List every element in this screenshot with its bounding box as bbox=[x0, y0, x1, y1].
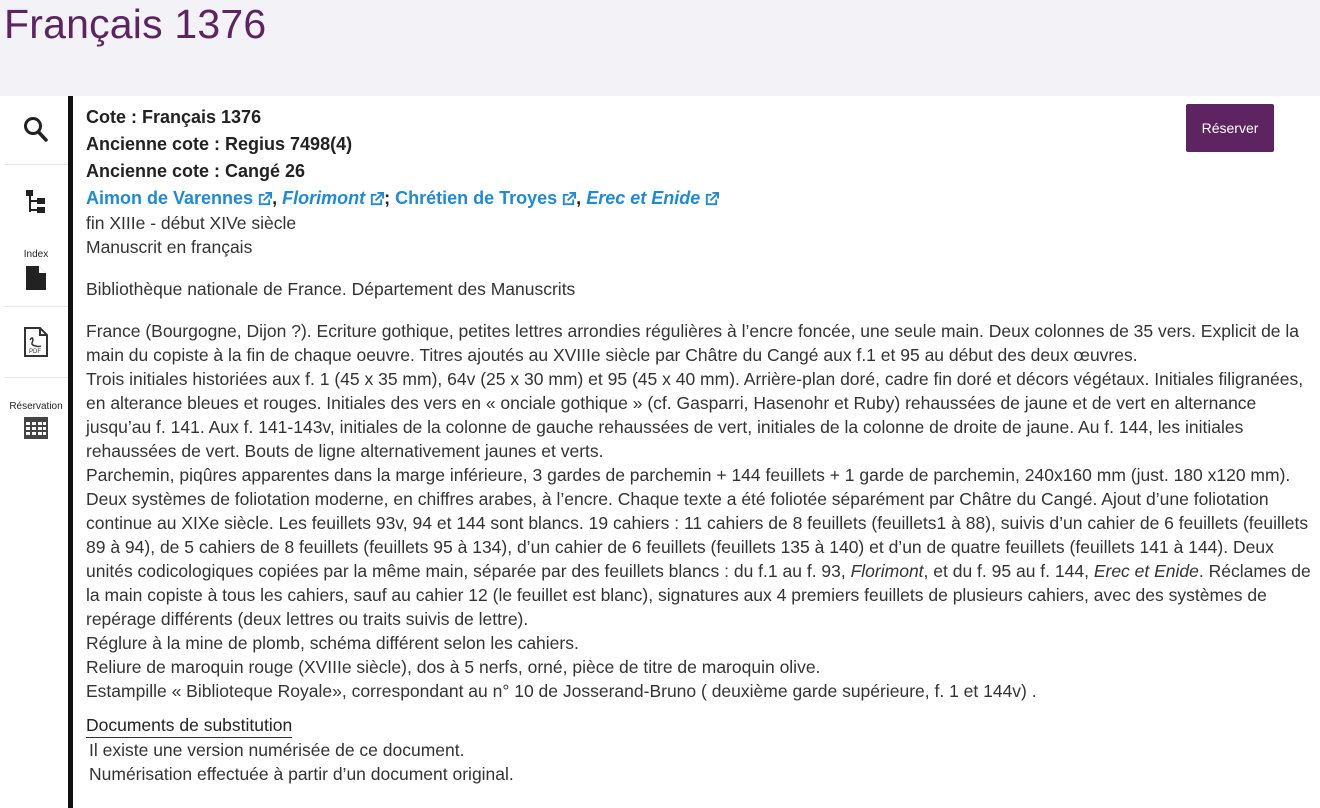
desc-binding: Reliure de maroquin rouge (XVIIIe siècle… bbox=[86, 657, 821, 677]
substitution-source: Numérisation effectuée à partir d’un doc… bbox=[89, 764, 514, 784]
institution: Bibliothèque nationale de France. Départ… bbox=[86, 279, 576, 299]
sidebar-index-label: Index bbox=[23, 249, 49, 260]
title-link-erec[interactable]: Erec et Enide bbox=[586, 188, 700, 208]
substitution-digital: Il existe une version numérisée de ce do… bbox=[89, 740, 465, 760]
physical-description: France (Bourgogne, Dijon ?). Ecriture go… bbox=[86, 319, 1312, 703]
record-notice: Cote : Français 1376 Ancienne cote : Reg… bbox=[86, 104, 1312, 786]
language: Manuscrit en français bbox=[86, 237, 253, 257]
separator: , bbox=[576, 188, 582, 208]
sidebar-reservation-label: Réservation bbox=[9, 401, 63, 412]
desc-stamp: Estampille « Biblioteque Royale», corres… bbox=[86, 681, 1037, 701]
external-link-icon[interactable] bbox=[257, 191, 273, 207]
sidebar-pdf[interactable]: PDF bbox=[4, 307, 68, 378]
date: fin XIIIe - début XIVe siècle bbox=[86, 213, 297, 233]
author-link-chretien[interactable]: Chrétien de Troyes bbox=[395, 188, 557, 208]
page-title: Français 1376 bbox=[4, 1, 267, 47]
separator: ; bbox=[384, 188, 391, 208]
ancienne-cote-regius: Ancienne cote : Regius 7498(4) bbox=[86, 134, 353, 154]
author-link-aimon[interactable]: Aimon de Varennes bbox=[86, 188, 253, 208]
desc-decoration: Trois initiales historiées aux f. 1 (45 … bbox=[86, 369, 1304, 461]
external-link-icon[interactable] bbox=[704, 191, 720, 207]
cote: Cote : Français 1376 bbox=[86, 107, 262, 127]
desc-support: Parchemin, piqûres apparentes dans la ma… bbox=[86, 465, 1291, 485]
search-icon bbox=[24, 117, 48, 142]
external-link-icon[interactable] bbox=[561, 191, 577, 207]
pdf-icon: PDF bbox=[24, 327, 48, 357]
ancienne-cote-cange: Ancienne cote : Cangé 26 bbox=[86, 161, 306, 181]
separator: , bbox=[272, 188, 278, 208]
title-link-florimont[interactable]: Florimont bbox=[282, 188, 365, 208]
sidebar-reservation[interactable]: Réservation bbox=[4, 378, 68, 456]
tree-structure-icon bbox=[26, 190, 45, 213]
document-icon bbox=[26, 266, 46, 290]
desc-ruling: Réglure à la mine de plomb, schéma diffé… bbox=[86, 633, 579, 653]
content-divider bbox=[68, 96, 73, 808]
sidebar: Index PDF Réservation bbox=[0, 96, 68, 808]
author-title-line: Aimon de Varennes, Florimont; Chrétien d… bbox=[86, 185, 1312, 211]
desc-origin: France (Bourgogne, Dijon ?). Ecriture go… bbox=[86, 321, 1300, 365]
desc-foliotation: Deux systèmes de foliotation moderne, en… bbox=[86, 489, 1311, 629]
top-banner: Français 1376 bbox=[0, 0, 1320, 96]
sidebar-index[interactable]: Index bbox=[4, 165, 68, 307]
calendar-icon bbox=[24, 417, 48, 439]
sidebar-search[interactable] bbox=[4, 96, 68, 165]
external-link-icon[interactable] bbox=[369, 191, 385, 207]
svg-text:PDF: PDF bbox=[29, 349, 41, 355]
substitution-heading: Documents de substitution bbox=[86, 713, 293, 738]
